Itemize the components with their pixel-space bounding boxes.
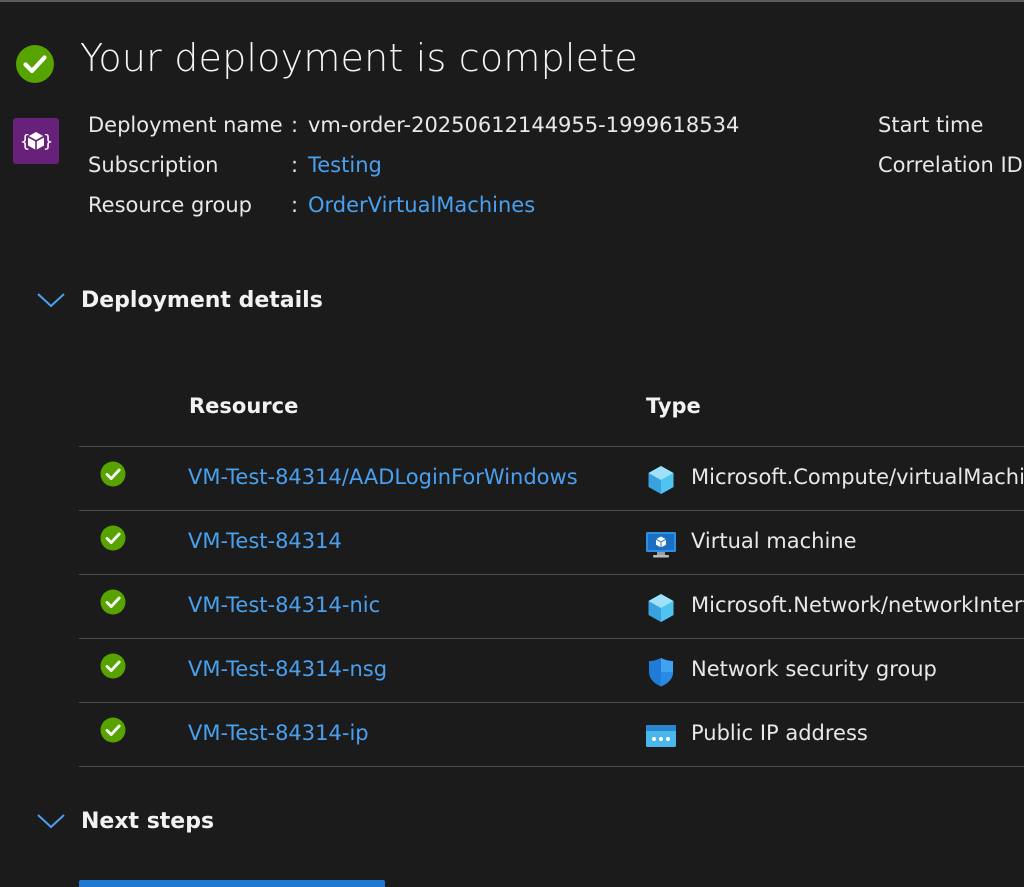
success-check-icon	[100, 717, 126, 743]
resource-group-label: Resource group	[88, 193, 252, 217]
subscription-label: Subscription	[88, 153, 219, 177]
column-header-type: Type	[646, 394, 701, 418]
resource-type: Microsoft.Network/networkInterfaces	[691, 593, 1024, 617]
next-steps-toggle[interactable]: Next steps	[36, 806, 214, 836]
top-border	[0, 0, 1024, 2]
deployment-icon: { }	[13, 118, 59, 164]
separator: :	[291, 113, 299, 137]
chevron-down-icon	[37, 814, 65, 829]
success-check-icon	[100, 461, 126, 487]
success-check-icon	[100, 589, 126, 615]
chevron-down-icon	[37, 293, 65, 308]
separator: :	[291, 153, 299, 177]
subscription-link[interactable]: Testing	[308, 152, 382, 178]
table-row: VM-Test-84314-nsg Network security group	[79, 639, 1024, 702]
table-row: VM-Test-84314/AADLoginForWindows Microso…	[79, 447, 1024, 510]
resource-link[interactable]: VM-Test-84314-nsg	[188, 657, 387, 681]
table-row: VM-Test-84314 Virtual machine	[79, 511, 1024, 574]
public-ip-icon	[646, 725, 676, 747]
resource-link[interactable]: VM-Test-84314-ip	[188, 721, 369, 745]
deployment-overview-page: Your deployment is complete { } Deployme…	[0, 0, 1024, 887]
cube-icon	[648, 466, 674, 494]
next-steps-label: Next steps	[81, 808, 215, 834]
resource-link[interactable]: VM-Test-84314/AADLoginForWindows	[188, 465, 578, 489]
start-time-label: Start time	[878, 113, 984, 137]
resource-link[interactable]: VM-Test-84314	[188, 529, 342, 553]
resource-link[interactable]: VM-Test-84314-nic	[188, 593, 380, 617]
column-header-resource: Resource	[189, 394, 299, 418]
shield-icon	[649, 658, 673, 687]
resource-type: Virtual machine	[691, 529, 857, 553]
resource-type: Public IP address	[691, 721, 868, 745]
success-check-icon	[16, 45, 54, 83]
separator: :	[291, 193, 299, 217]
deployment-name-value: vm-order-20250612144955-1999618534	[308, 113, 740, 137]
correlation-id-label: Correlation ID	[878, 153, 1023, 177]
resource-type: Network security group	[691, 657, 937, 681]
table-row: VM-Test-84314-ip Public IP address	[79, 703, 1024, 766]
virtual-machine-icon	[646, 532, 676, 558]
deployment-name-label: Deployment name	[88, 113, 283, 137]
primary-action-button[interactable]	[79, 880, 385, 887]
success-check-icon	[100, 525, 126, 551]
resource-type: Microsoft.Compute/virtualMachines/extens…	[691, 465, 1024, 489]
success-check-icon	[100, 653, 126, 679]
page-title: Your deployment is complete	[80, 36, 638, 80]
table-row: VM-Test-84314-nic Microsoft.Network/netw…	[79, 575, 1024, 638]
resource-group-link[interactable]: OrderVirtualMachines	[308, 192, 535, 218]
cube-icon	[648, 594, 674, 622]
deployment-details-label: Deployment details	[81, 287, 323, 313]
table-divider	[79, 766, 1024, 767]
svg-text:}: }	[43, 132, 53, 152]
deployment-details-toggle[interactable]: Deployment details	[36, 285, 323, 315]
